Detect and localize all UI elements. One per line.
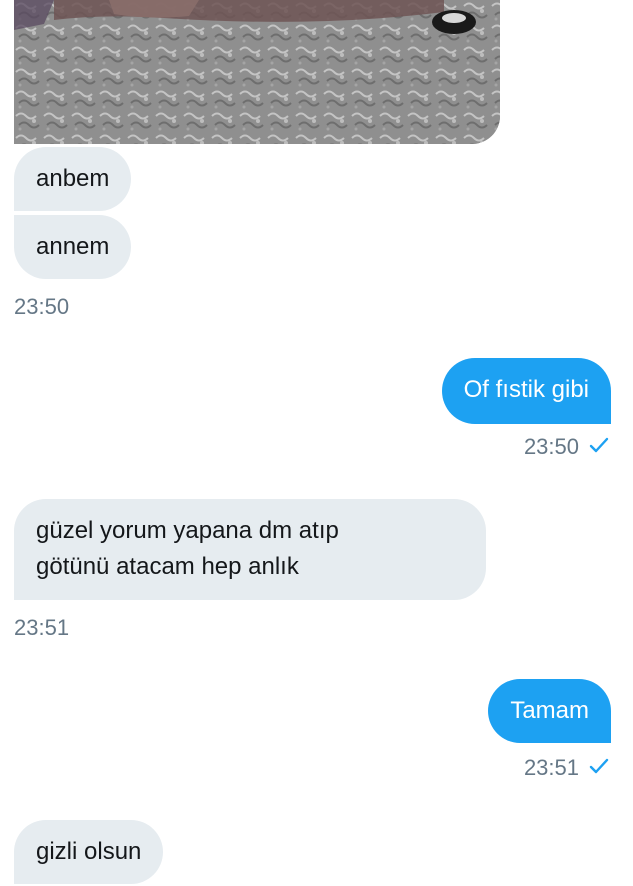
message-bubble-outgoing[interactable]: Of fıstik gibi	[441, 358, 611, 424]
message-text-line: götünü atacam hep anlık	[36, 553, 299, 580]
message-text: Tamam	[510, 697, 589, 724]
message-text: gizli olsun	[36, 838, 142, 865]
message-text: annem	[36, 233, 110, 260]
photo-content	[14, 0, 500, 144]
message-meta: 23:50	[524, 434, 609, 460]
message-timestamp: 23:50	[14, 294, 70, 319]
message-timestamp: 23:51	[14, 615, 70, 640]
photo-message[interactable]	[14, 0, 500, 144]
message-text: Of fıstik gibi	[463, 376, 589, 403]
message-bubble-outgoing[interactable]: Tamam	[488, 679, 611, 743]
message-timestamp: 23:50	[523, 434, 579, 459]
message-text: anbem	[36, 165, 110, 192]
message-bubble-incoming[interactable]: anbem	[14, 147, 132, 211]
message-bubble-incoming[interactable]: gizli olsun	[14, 820, 164, 884]
check-icon	[589, 434, 609, 460]
check-icon	[589, 755, 609, 781]
message-text-line: güzel yorum yapana dm atıp	[36, 517, 339, 544]
message-timestamp: 23:51	[523, 755, 579, 780]
dm-conversation: anbem annem 23:50 Of fıstik gibi 23:50 g…	[0, 0, 633, 886]
message-bubble-incoming[interactable]: güzel yorum yapana dm atıp götünü atacam…	[14, 499, 486, 600]
message-meta: 23:51	[524, 755, 609, 781]
message-bubble-incoming[interactable]: annem	[14, 215, 132, 279]
